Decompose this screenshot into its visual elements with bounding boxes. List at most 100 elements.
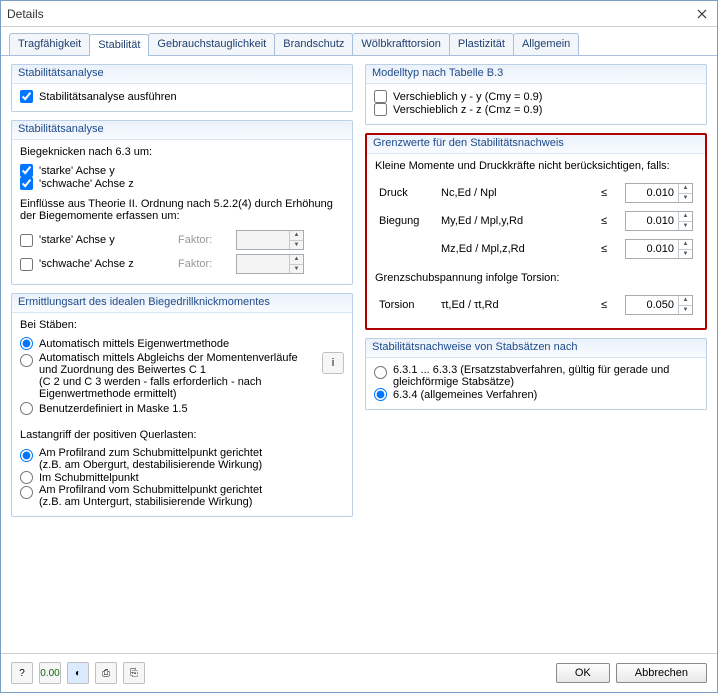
icon-5[interactable]: ⎘ [123,662,145,684]
radio[interactable] [20,486,33,499]
radio[interactable] [20,354,33,367]
icon-3[interactable]: ◐ [67,662,89,684]
spin-up[interactable]: ▲ [290,255,303,265]
heading-lastangriff: Lastangriff der positiven Querlasten: [20,429,344,441]
limit-torsion-spinner[interactable]: ▲▼ [625,295,693,315]
checkbox[interactable] [374,103,387,116]
group-title: Stabilitätsanalyse [12,121,352,140]
spinner-input[interactable] [626,296,678,314]
spinner-input[interactable] [237,231,289,249]
spin-down[interactable]: ▼ [679,194,692,203]
units-icon[interactable]: 0.00 [39,662,61,684]
radio-auto-abgleich[interactable]: Automatisch mittels Abgleichs der Moment… [20,352,318,400]
checkbox[interactable] [20,164,33,177]
heading-bei-staeben: Bei Stäben: [20,319,344,331]
spin-down[interactable]: ▼ [290,241,303,250]
radio-ersatzstab[interactable]: 6.3.1 ... 6.3.3 (Ersatzstabverfahren, gü… [374,364,698,388]
limit-row-biegung-z: Mz,Ed / Mpl,z,Rd ≤ ▲▼ [377,236,695,262]
left-column: Stabilitätsanalyse Stabilitätsanalyse au… [11,64,353,645]
radio-label-line2: (z.B. am Obergurt, destabilisierende Wir… [39,459,262,471]
tab-plastizitaet[interactable]: Plastizität [449,33,514,55]
limit-my-spinner[interactable]: ▲▼ [625,211,693,231]
chk-stabilitaetsanalyse-ausfuehren[interactable]: Stabilitätsanalyse ausführen [20,90,344,103]
tab-tragfaehigkeit[interactable]: Tragfähigkeit [9,33,90,55]
spin-down[interactable]: ▼ [679,222,692,231]
checkbox-label: 'starke' Achse y [39,165,115,177]
chk-verschieblich-z[interactable]: Verschieblich z - z (Cmz = 0.9) [374,103,698,116]
spin-up[interactable]: ▲ [679,240,692,250]
icon-4[interactable]: ⎙ [95,662,117,684]
radio[interactable] [20,337,33,350]
tab-woelbkraft[interactable]: Wölbkrafttorsion [352,33,449,55]
close-icon [697,9,707,19]
limits-table-torsion: Torsion τt,Ed / τt,Rd ≤ ▲▼ [375,290,697,320]
radio-profilrand-vom[interactable]: Am Profilrand vom Schubmittelpunkt geric… [20,484,344,508]
limit-le: ≤ [595,292,613,318]
radio-label-line1: Am Profilrand vom Schubmittelpunkt geric… [39,484,262,496]
tab-gebrauchstauglichkeit[interactable]: Gebrauchstauglichkeit [148,33,275,55]
checkbox[interactable] [20,177,33,190]
limit-mz-spinner[interactable]: ▲▼ [625,239,693,259]
chk-starke-achse-y-2[interactable]: 'starke' Achse y [20,234,170,247]
radio[interactable] [20,449,33,462]
faktor-spinner-y[interactable]: ▲▼ [236,230,304,250]
help-icon[interactable]: ? [11,662,33,684]
radio-label: Benutzerdefiniert in Maske 1.5 [39,403,188,415]
spinner-input[interactable] [626,184,678,202]
group-modelltyp: Modelltyp nach Tabelle B.3 Verschieblich… [365,64,707,125]
limit-symbol: τt,Ed / τt,Rd [439,292,593,318]
group-title: Stabilitätsanalyse [12,65,352,84]
spinner-input[interactable] [626,240,678,258]
chk-verschieblich-y[interactable]: Verschieblich y - y (Cmy = 0.9) [374,90,698,103]
content: Stabilitätsanalyse Stabilitätsanalyse au… [1,56,717,653]
heading-biegeknicken: Biegeknicken nach 6.3 um: [20,146,344,158]
radio-im-schub[interactable]: Im Schubmittelpunkt [20,471,344,484]
faktor-spinner-z[interactable]: ▲▼ [236,254,304,274]
row-schwache-achse-z-2: 'schwache' Achse z Faktor: ▲▼ [20,252,344,276]
spin-up[interactable]: ▲ [679,212,692,222]
radio-allgemein[interactable]: 6.3.4 (allgemeines Verfahren) [374,388,698,401]
limit-druck-spinner[interactable]: ▲▼ [625,183,693,203]
checkbox[interactable] [374,90,387,103]
tab-stabilitaet[interactable]: Stabilität [89,34,149,56]
footer-icons: ? 0.00 ◐ ⎙ ⎘ [11,662,145,684]
spin-up[interactable]: ▲ [679,296,692,306]
limit-label [377,236,437,262]
limit-label: Druck [377,180,437,206]
tab-allgemein[interactable]: Allgemein [513,33,579,55]
checkbox-label: Verschieblich y - y (Cmy = 0.9) [393,91,542,103]
spin-up[interactable]: ▲ [679,184,692,194]
radio-label: 6.3.4 (allgemeines Verfahren) [393,389,537,401]
chk-starke-achse-y-1[interactable]: 'starke' Achse y [20,164,344,177]
checkbox[interactable] [20,90,33,103]
limit-row-biegung-y: Biegung My,Ed / Mpl,y,Rd ≤ ▲▼ [377,208,695,234]
ok-button[interactable]: OK [556,663,610,683]
spin-down[interactable]: ▼ [679,250,692,259]
radio-label-line1: Am Profilrand zum Schubmittelpunkt geric… [39,447,262,459]
chk-schwache-achse-z-2[interactable]: 'schwache' Achse z [20,258,170,271]
tab-brandschutz[interactable]: Brandschutz [274,33,353,55]
info-button[interactable]: i [322,352,344,374]
row-starke-achse-y-2: 'starke' Achse y Faktor: ▲▼ [20,228,344,252]
limit-row-druck: Druck Nc,Ed / Npl ≤ ▲▼ [377,180,695,206]
cancel-button[interactable]: Abbrechen [616,663,707,683]
radio[interactable] [374,366,387,379]
spin-up[interactable]: ▲ [290,231,303,241]
checkbox[interactable] [20,234,33,247]
radio[interactable] [20,402,33,415]
spin-down[interactable]: ▼ [679,306,692,315]
radio[interactable] [20,471,33,484]
spin-down[interactable]: ▼ [290,265,303,274]
limit-label: Biegung [377,208,437,234]
radio-label: Automatisch mittels Abgleichs der Moment… [39,352,318,400]
radio-profilrand-zum[interactable]: Am Profilrand zum Schubmittelpunkt geric… [20,447,344,471]
spinner-input[interactable] [237,255,289,273]
checkbox[interactable] [20,258,33,271]
chk-schwache-achse-z-1[interactable]: 'schwache' Achse z [20,177,344,190]
close-button[interactable] [693,5,711,23]
spinner-input[interactable] [626,212,678,230]
radio[interactable] [374,388,387,401]
radio-auto-eigenwert[interactable]: Automatisch mittels Eigenwertmethode [20,337,344,350]
group-nachweise-stabsaetze: Stabilitätsnachweise von Stabsätzen nach… [365,338,707,410]
radio-benutzerdefiniert[interactable]: Benutzerdefiniert in Maske 1.5 [20,402,344,415]
